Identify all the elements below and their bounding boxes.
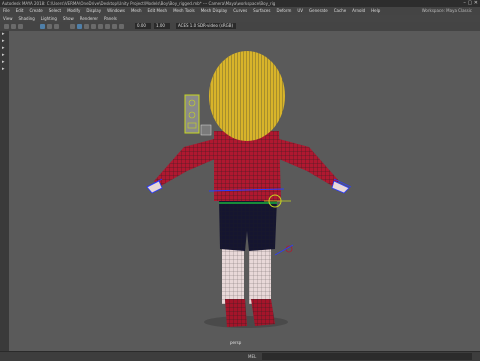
isolate-icon[interactable] <box>119 24 124 29</box>
window-controls[interactable]: – ▢ ✕ <box>461 0 478 7</box>
face-control-panel[interactable] <box>184 94 200 134</box>
menu-select[interactable]: Select <box>49 7 61 15</box>
texture-icon[interactable] <box>91 24 96 29</box>
panel-menu-panels[interactable]: Panels <box>104 15 117 22</box>
light-icon[interactable] <box>98 24 103 29</box>
menu-help[interactable]: Help <box>371 7 380 15</box>
paint-icon[interactable]: ▸ <box>2 46 7 51</box>
menu-edit[interactable]: Edit <box>16 7 24 15</box>
menu-mesh[interactable]: Mesh <box>131 7 142 15</box>
select-icon[interactable]: ▸ <box>2 32 7 37</box>
select-camera-icon[interactable] <box>4 24 9 29</box>
title-bar: Autodesk MAYA 2018: C:\Users\VERMA\OneDr… <box>0 0 480 7</box>
panel-menubar: View Shading Lighting Show Renderer Panels <box>0 15 480 22</box>
menu-modify[interactable]: Modify <box>67 7 80 15</box>
ambient-occlusion-icon[interactable] <box>112 24 117 29</box>
panel-menu-renderer[interactable]: Renderer <box>80 15 98 22</box>
menu-windows[interactable]: Windows <box>107 7 125 15</box>
camera-label: persp <box>230 340 242 345</box>
wireframe-on-shaded-icon[interactable] <box>84 24 89 29</box>
main-menubar: File Edit Create Select Modify Display Windows… <box>0 7 480 15</box>
menu-display[interactable]: Display <box>86 7 101 15</box>
film-gate-icon[interactable] <box>47 24 52 29</box>
exposure-field[interactable]: 0.00 <box>135 23 151 29</box>
right-hand <box>331 180 350 194</box>
scale-tool-icon[interactable]: ▸ <box>2 67 7 72</box>
3d-viewport[interactable]: persp <box>9 31 480 351</box>
move-tool-icon[interactable]: ▸ <box>2 53 7 58</box>
menu-deform[interactable]: Deform <box>276 7 291 15</box>
resolution-gate-icon[interactable] <box>54 24 59 29</box>
bookmark-icon[interactable] <box>18 24 23 29</box>
window-title: Autodesk MAYA 2018: C:\Users\VERMA\OneDr… <box>2 1 276 6</box>
shaded-icon[interactable] <box>77 24 82 29</box>
workspace-selector[interactable]: Workspace: Maya Classic <box>422 7 472 15</box>
panel-menu-lighting[interactable]: Lighting <box>41 15 57 22</box>
gamma-field[interactable]: 1.00 <box>154 23 170 29</box>
menu-cache[interactable]: Cache <box>334 7 346 15</box>
character-scene <box>146 51 352 328</box>
rotate-tool-icon[interactable]: ▸ <box>2 60 7 65</box>
color-space-select[interactable]: ACES 1.0 SDR-video (sRGB) <box>176 23 236 29</box>
grid-icon[interactable] <box>40 24 45 29</box>
mel-input[interactable] <box>262 353 472 360</box>
menu-arnold[interactable]: Arnold <box>352 7 365 15</box>
menu-mesh-tools[interactable]: Mesh Tools <box>173 7 195 15</box>
lasso-icon[interactable]: ▸ <box>2 39 7 44</box>
wireframe-icon[interactable] <box>70 24 75 29</box>
panel-menu-shading[interactable]: Shading <box>19 15 35 22</box>
camera-attributes-icon[interactable] <box>11 24 16 29</box>
menu-surfaces[interactable]: Surfaces <box>253 7 270 15</box>
menu-uv[interactable]: UV <box>297 7 303 15</box>
tool-strip: ▸ ▸ ▸ ▸ ▸ ▸ <box>0 31 9 351</box>
menu-edit-mesh[interactable]: Edit Mesh <box>148 7 168 15</box>
panel-menu-show[interactable]: Show <box>63 15 74 22</box>
menu-mesh-display[interactable]: Mesh Display <box>201 7 228 15</box>
menu-generate[interactable]: Generate <box>309 7 328 15</box>
menu-file[interactable]: File <box>3 7 10 15</box>
shadow-icon[interactable] <box>105 24 110 29</box>
mel-label: MEL <box>248 354 257 359</box>
menu-curves[interactable]: Curves <box>233 7 247 15</box>
panel-menu-view[interactable]: View <box>3 15 13 22</box>
menu-create[interactable]: Create <box>29 7 42 15</box>
face-control-sub[interactable] <box>200 124 212 136</box>
